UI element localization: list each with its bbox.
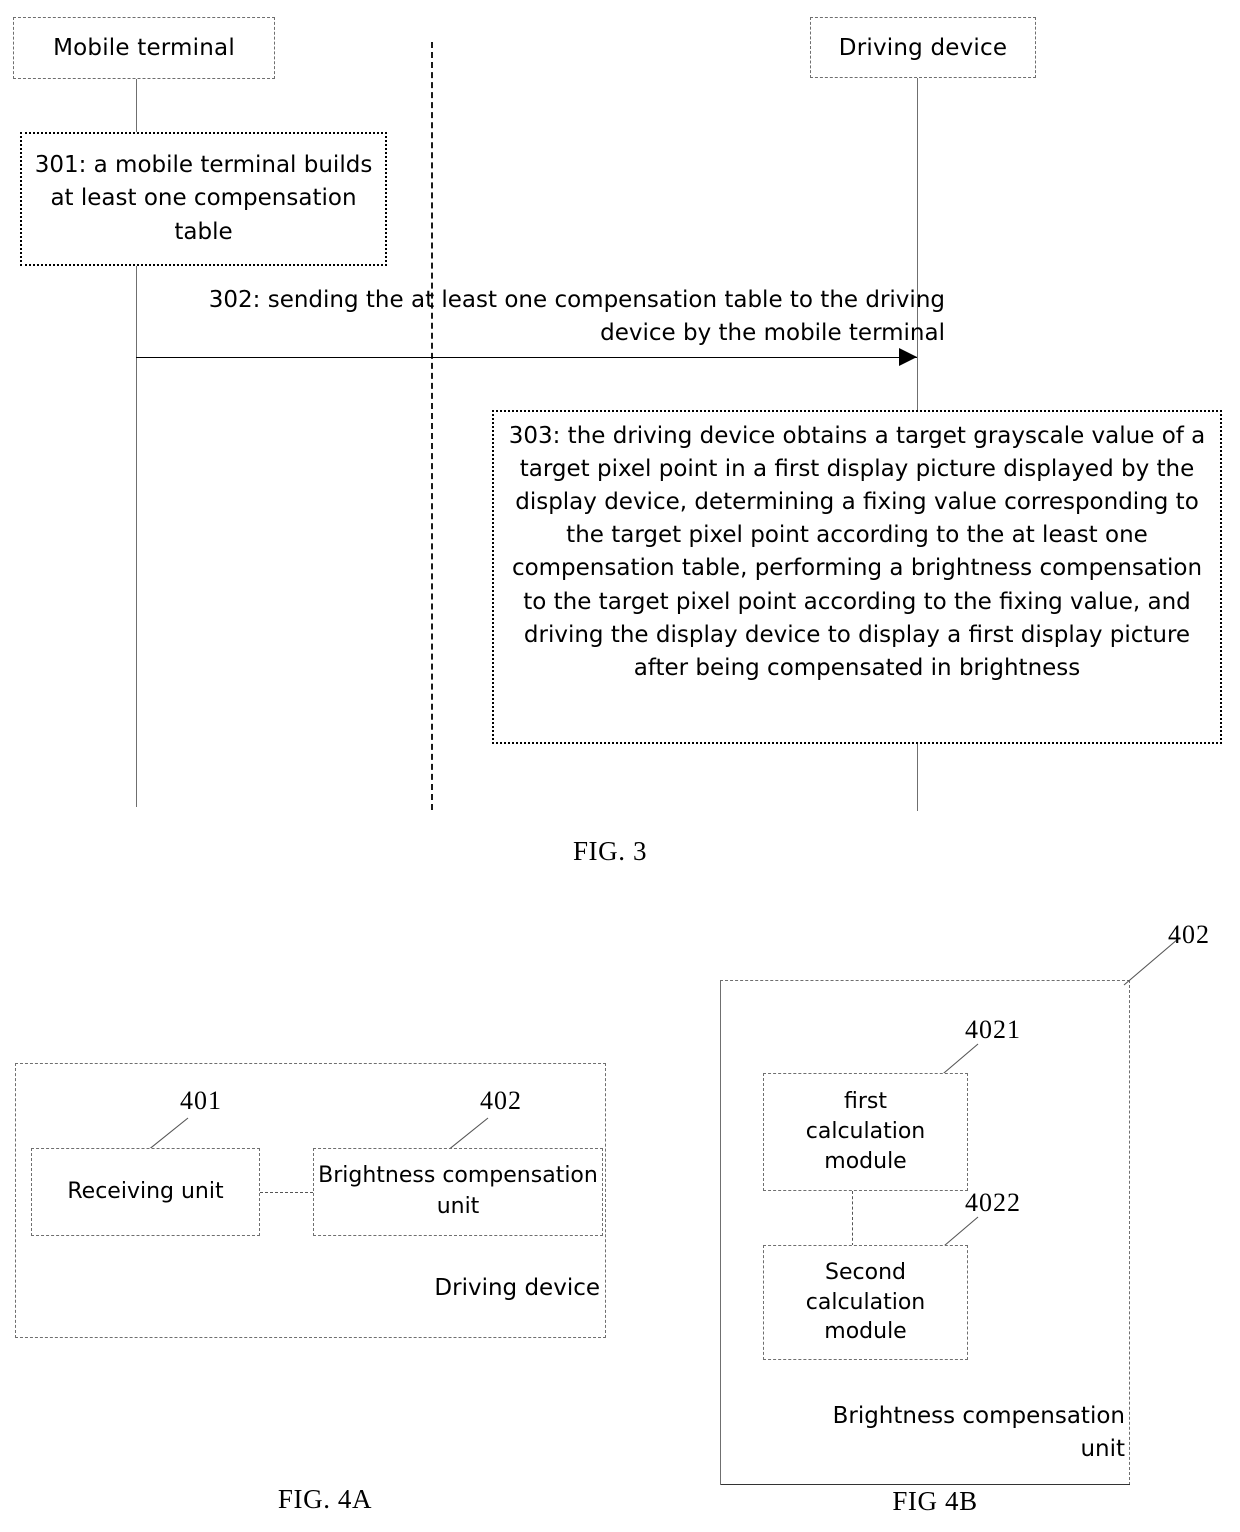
module-box-second-calculation-label: Second calculation module — [805, 1259, 926, 1345]
fig4b-container-bottom-edge — [720, 1484, 1130, 1485]
fig4b-ref-4021: 4021 — [965, 1015, 1021, 1044]
fig4b-container-left-edge — [720, 980, 721, 1485]
fig4a-ref-401: 401 — [180, 1086, 222, 1115]
fig4a-container-label: Driving device — [434, 1275, 600, 1301]
actor-driving-device: Driving device — [810, 17, 1036, 78]
unit-box-receiving-unit: Receiving unit — [31, 1148, 260, 1236]
step-box-303-text: 303: the driving device obtains a target… — [508, 423, 1206, 681]
actor-mobile-terminal-label: Mobile terminal — [53, 35, 235, 61]
fig4b-ref-402: 402 — [1168, 920, 1210, 949]
figure-4b-caption: FIG 4B — [892, 1486, 978, 1516]
unit-box-brightness-compensation-unit-label: Brightness compensation unit — [318, 1163, 598, 1219]
fig4b-module-connector — [852, 1191, 853, 1246]
step-box-301: 301: a mobile terminal builds at least o… — [20, 132, 387, 266]
module-box-first-calculation: first calculation module — [763, 1073, 968, 1191]
actor-mobile-terminal: Mobile terminal — [13, 17, 275, 79]
patent-figure-page: Mobile terminal Driving device 301: a mo… — [0, 0, 1240, 1532]
message-302-line — [136, 357, 917, 358]
figure-3-caption: FIG. 3 — [572, 836, 648, 866]
unit-box-receiving-unit-label: Receiving unit — [67, 1178, 224, 1204]
module-box-first-calculation-label: first calculation module — [805, 1089, 926, 1174]
module-box-second-calculation: Second calculation module — [763, 1245, 968, 1360]
step-box-301-text: 301: a mobile terminal builds at least o… — [34, 152, 373, 245]
message-302-label: 302: sending the at least one compensati… — [208, 287, 945, 346]
figure-4a-caption: FIG. 4A — [277, 1484, 373, 1514]
fig4a-ref-402: 402 — [480, 1086, 522, 1115]
message-302-arrowhead — [899, 348, 917, 366]
fig4b-ref-4022: 4022 — [965, 1188, 1021, 1217]
fig4a-unit-connector — [260, 1192, 313, 1193]
step-box-303: 303: the driving device obtains a target… — [492, 410, 1222, 744]
fig4b-container-label: Brightness compensation unit — [832, 1403, 1125, 1462]
figure-4b: 402 4021 first calculation module 4022 S… — [640, 0, 1240, 1532]
actor-driving-device-label: Driving device — [838, 34, 1008, 61]
lifeline-divider-dashed — [431, 42, 433, 810]
unit-box-brightness-compensation-unit: Brightness compensation unit — [313, 1148, 603, 1236]
